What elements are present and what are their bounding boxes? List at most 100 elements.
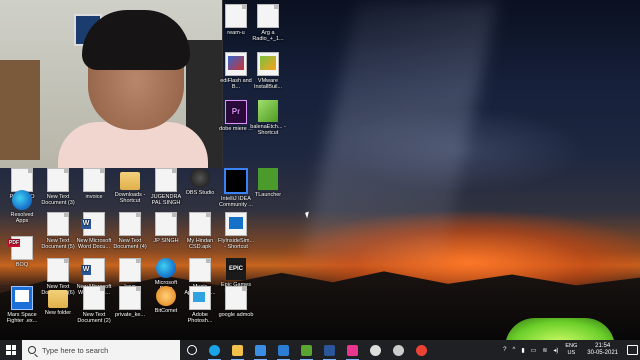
flash-icon bbox=[225, 52, 247, 76]
taskbar-minecraft-button[interactable] bbox=[295, 340, 318, 360]
mail-icon bbox=[278, 344, 289, 356]
glowing-tent bbox=[505, 318, 615, 340]
task-view-icon bbox=[186, 345, 197, 355]
desktop-icon[interactable]: JP SINGH bbox=[148, 212, 184, 244]
word-icon bbox=[81, 212, 105, 236]
doc-icon bbox=[83, 168, 105, 192]
desktop-icon[interactable]: New folder bbox=[40, 286, 76, 316]
obs-icon bbox=[190, 168, 210, 188]
taskbar-task-view-button[interactable] bbox=[180, 340, 203, 360]
desktop-icon[interactable]: My Hindan CSD.apk bbox=[182, 212, 218, 250]
desktop-icon-label: Mars Space Fighter .ex... bbox=[6, 312, 38, 324]
desktop-icon[interactable]: Resolved Apps bbox=[4, 190, 40, 224]
person-hair bbox=[82, 10, 190, 70]
taskbar-edge-button[interactable] bbox=[203, 340, 226, 360]
store-icon bbox=[255, 344, 266, 356]
desktop-icon-label: ream-u bbox=[227, 30, 245, 36]
desktop-icon[interactable]: Downloads - Shortcut bbox=[112, 168, 148, 204]
shelf bbox=[0, 60, 40, 160]
desktop-icon-label: OBS Studio bbox=[185, 190, 215, 196]
taskbar-settings-button[interactable] bbox=[387, 340, 410, 360]
desktop-icon-label: Arg a Radio_+_1... bbox=[252, 30, 284, 42]
desktop-icon[interactable]: ream-u bbox=[218, 4, 254, 36]
webcam-overlay bbox=[0, 0, 223, 168]
desktop-icon-label: JUGENDRA PAL SINGH bbox=[150, 194, 182, 206]
language-indicator[interactable]: ENG US bbox=[561, 343, 581, 357]
network-icon[interactable]: ≋ bbox=[539, 347, 550, 354]
desktop-icon[interactable]: FlyInsideSim... - Shortcut bbox=[218, 212, 254, 250]
mc-icon bbox=[258, 168, 278, 190]
obs-icon bbox=[370, 344, 381, 356]
search-box[interactable]: Type here to search bbox=[22, 340, 180, 360]
desktop-icon[interactable]: JUGENDRA PAL SINGH bbox=[148, 168, 184, 206]
desktop-icon[interactable]: IntelliJ IDEA Community ... bbox=[218, 168, 254, 208]
minecraft-icon bbox=[301, 344, 312, 356]
desktop-icon[interactable]: private_ke... bbox=[112, 286, 148, 318]
doc-icon bbox=[189, 258, 211, 282]
desktop-icon[interactable]: invoice bbox=[76, 168, 112, 200]
desktop-icon[interactable]: VMware InstallBuil... bbox=[250, 52, 286, 90]
taskbar-mail-button[interactable] bbox=[272, 340, 295, 360]
desktop-icon[interactable]: TLauncher bbox=[250, 168, 286, 198]
desktop-icon-label: IntelliJ IDEA Community ... bbox=[219, 196, 253, 208]
desktop-icon[interactable]: Adobe Photosh... bbox=[182, 286, 218, 324]
edge-icon bbox=[209, 344, 220, 356]
desktop-icon[interactable]: google admob bbox=[218, 286, 254, 318]
notifications-button[interactable] bbox=[624, 340, 640, 360]
doc-icon bbox=[225, 286, 247, 310]
desktop-icon[interactable]: Pr dobe miere ... bbox=[218, 100, 254, 132]
taskbar-word-button[interactable] bbox=[318, 340, 341, 360]
desktop-icon[interactable]: New Text Document (4) bbox=[112, 212, 148, 250]
desktop-icon-label: TLauncher bbox=[254, 192, 282, 198]
windows-logo-icon bbox=[6, 345, 16, 355]
desktop-icon[interactable]: New Text Document (5) bbox=[40, 212, 76, 250]
settings-icon bbox=[393, 344, 404, 356]
search-placeholder: Type here to search bbox=[42, 345, 109, 355]
microphone-icon[interactable]: ▮ bbox=[518, 347, 527, 354]
start-button[interactable] bbox=[0, 340, 22, 360]
battery-icon[interactable]: ▭ bbox=[528, 347, 540, 354]
tray-overflow-icon[interactable]: ^ bbox=[510, 347, 519, 353]
desktop-icon[interactable]: balenaEtch... - Shortcut bbox=[250, 100, 286, 136]
milky-way bbox=[302, 0, 498, 260]
lang-region: US bbox=[567, 350, 576, 356]
desktop-icon[interactable]: Mars Space Fighter .ex... bbox=[4, 286, 40, 324]
screen-icon bbox=[11, 286, 33, 310]
pr-icon: Pr bbox=[225, 100, 247, 124]
clock-date: 30-05-2021 bbox=[587, 350, 618, 356]
search-icon bbox=[28, 346, 36, 354]
doc-icon bbox=[47, 168, 69, 192]
help-icon[interactable]: ? bbox=[500, 347, 509, 353]
taskbar-obs-button[interactable] bbox=[364, 340, 387, 360]
doc-icon bbox=[11, 168, 33, 192]
taskbar-chrome-button[interactable] bbox=[410, 340, 433, 360]
system-tray: ? ^ ▮ ▭ ≋ ◂) ENG US 21:54 30-05-2021 bbox=[500, 340, 640, 360]
taskbar-store-button[interactable] bbox=[249, 340, 272, 360]
desktop-icon-label: New Text Document (4) bbox=[113, 238, 147, 250]
edge-icon bbox=[156, 258, 176, 278]
desktop-icon[interactable]: New Microsoft Word Docu... bbox=[76, 212, 112, 250]
desktop-icon-label: FlyInsideSim... - Shortcut bbox=[218, 238, 255, 250]
desktop-icon[interactable]: ediFlash and B... bbox=[218, 52, 254, 90]
desktop-icon[interactable]: BitComet bbox=[148, 286, 184, 314]
doc-icon bbox=[225, 4, 247, 28]
desktop-icon[interactable]: New Text Document (3) bbox=[40, 168, 76, 206]
taskbar-file-explorer-button[interactable] bbox=[226, 340, 249, 360]
desktop-icon-label: Resolved Apps bbox=[10, 212, 34, 224]
taskbar-intellij-button[interactable] bbox=[341, 340, 364, 360]
desktop-icon[interactable]: New Text Document (2) bbox=[76, 286, 112, 324]
desktop-icon[interactable]: BOQ bbox=[4, 236, 40, 268]
desktop-icon-label: google admob bbox=[218, 312, 254, 318]
volume-icon[interactable]: ◂) bbox=[550, 347, 561, 354]
doc-icon bbox=[155, 212, 177, 236]
clock[interactable]: 21:54 30-05-2021 bbox=[581, 343, 624, 357]
doc-icon bbox=[119, 212, 141, 236]
folder-icon bbox=[120, 172, 140, 190]
desktop-icon-label: My Hindan CSD.apk bbox=[186, 238, 214, 250]
desktop-icon-label: New Text Document (2) bbox=[77, 312, 111, 324]
intellij-icon bbox=[347, 344, 358, 356]
clock-time: 21:54 bbox=[595, 343, 611, 349]
desktop-icon-label: ediFlash and B... bbox=[220, 78, 252, 90]
desktop-icon[interactable]: Arg a Radio_+_1... bbox=[250, 4, 286, 42]
desktop-icon[interactable]: OBS Studio bbox=[182, 168, 218, 196]
